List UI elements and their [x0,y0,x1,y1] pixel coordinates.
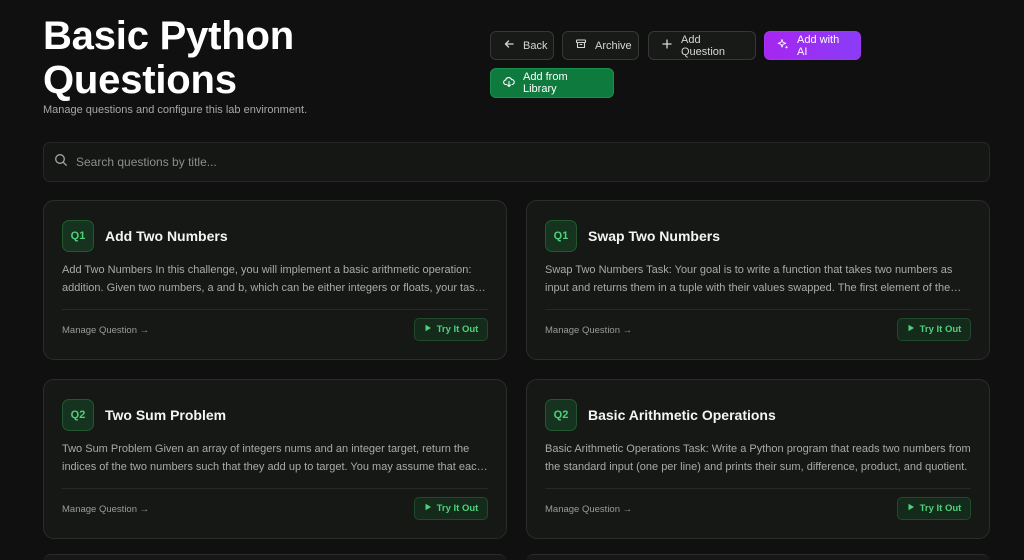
add-from-library-label: Add from Library [523,71,568,95]
play-icon [907,324,915,335]
card-divider [62,488,488,489]
add-question-label: Add Question [681,33,726,58]
manage-question-link[interactable]: Manage Question → [545,325,632,336]
question-card-partial [526,554,990,560]
archive-button-label: Archive [595,39,632,52]
try-it-out-label: Try It Out [436,324,479,335]
question-card[interactable]: Q2 Basic Arithmetic Operations Basic Ari… [526,379,990,539]
question-description: Two Sum Problem Given an array of intege… [62,443,483,473]
try-it-out-button[interactable]: Try It Out [414,497,488,520]
plus-icon [661,38,673,53]
question-card[interactable]: Q1 Add Two Numbers Add Two Numbers In th… [43,200,507,360]
try-it-out-label: Try It Out [919,503,962,514]
add-with-ai-label: Add with AI [797,33,840,58]
question-title[interactable]: Swap Two Numbers [588,228,720,244]
question-title[interactable]: Basic Arithmetic Operations [588,407,776,423]
card-divider [62,309,488,310]
question-description: Basic Arithmetic Operations Task: Write … [545,443,971,473]
search-bar[interactable] [43,142,990,182]
card-divider [545,488,971,489]
question-number-badge: Q2 [545,399,577,431]
try-it-out-button[interactable]: Try It Out [897,497,971,520]
sparkles-icon [777,38,789,53]
manage-question-link[interactable]: Manage Question → [62,504,149,515]
manage-question-link[interactable]: Manage Question → [545,504,632,515]
search-input[interactable] [76,155,956,169]
question-number-badge: Q2 [62,399,94,431]
back-button[interactable]: Back [490,31,554,60]
try-it-out-button[interactable]: Try It Out [897,318,971,341]
play-icon [907,503,915,514]
try-it-out-label: Try It Out [919,324,962,335]
archive-button[interactable]: Archive [562,31,639,60]
cloud-download-icon [503,76,515,91]
arrow-left-icon [503,38,515,53]
page-subtitle: Manage questions and configure this lab … [43,104,308,116]
play-icon [424,503,432,514]
play-icon [424,324,432,335]
archive-icon [575,38,587,53]
question-card[interactable]: Q2 Two Sum Problem Two Sum Problem Given… [43,379,507,539]
question-card-partial [43,554,507,560]
question-title[interactable]: Two Sum Problem [105,407,226,423]
questions-page: Basic Python Questions Manage questions … [0,0,1024,560]
try-it-out-button[interactable]: Try It Out [414,318,488,341]
question-description: Add Two Numbers In this challenge, you w… [62,264,481,294]
page-title: Basic Python Questions [43,14,294,102]
question-number-badge: Q1 [545,220,577,252]
add-with-ai-button[interactable]: Add with AI [764,31,861,60]
try-it-out-label: Try It Out [436,503,479,514]
add-question-button[interactable]: Add Question [648,31,756,60]
question-description: Swap Two Numbers Task: Your goal is to w… [545,264,953,294]
question-card[interactable]: Q1 Swap Two Numbers Swap Two Numbers Tas… [526,200,990,360]
card-divider [545,309,971,310]
question-number-badge: Q1 [62,220,94,252]
search-icon [54,153,68,172]
add-from-library-button[interactable]: Add from Library [490,68,614,98]
manage-question-link[interactable]: Manage Question → [62,325,149,336]
question-title[interactable]: Add Two Numbers [105,228,228,244]
back-button-label: Back [523,39,548,52]
